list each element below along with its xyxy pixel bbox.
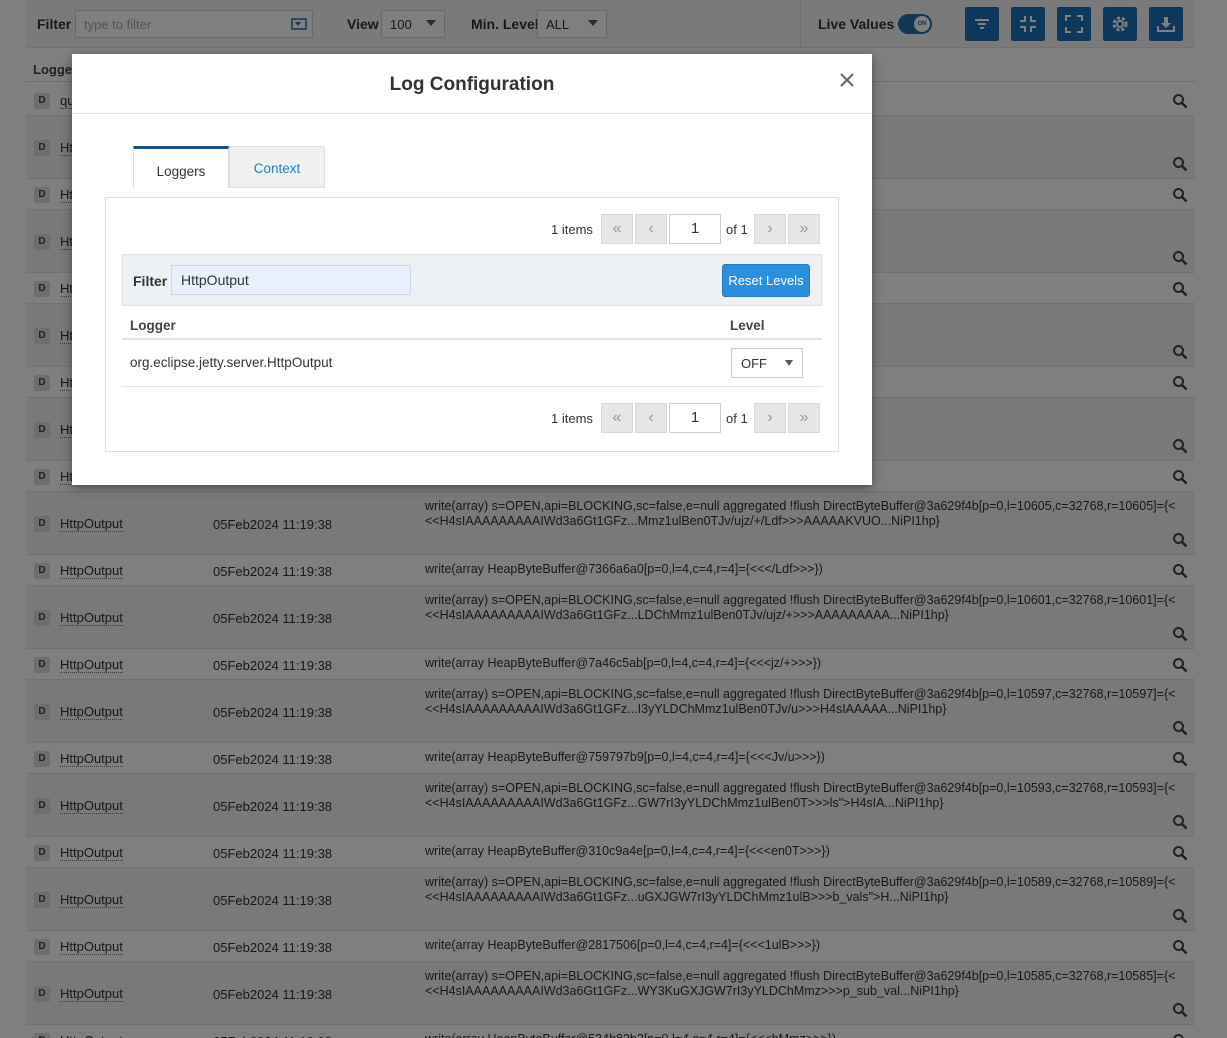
last-page-button[interactable]: » <box>788 214 820 244</box>
row-divider <box>122 386 822 387</box>
logger-filter-bar: Filter HttpOutput Reset Levels <box>122 254 822 306</box>
tab-context[interactable]: Context <box>229 146 325 188</box>
page-input[interactable]: 1 <box>669 214 721 244</box>
next-page-button[interactable]: › <box>754 403 786 433</box>
logger-level-select[interactable]: OFF <box>731 348 803 378</box>
pager-top: 1 items « ‹ 1 of 1 › » <box>551 214 821 244</box>
item-count: 1 items <box>551 222 593 237</box>
last-page-button[interactable]: » <box>788 403 820 433</box>
reset-levels-button[interactable]: Reset Levels <box>722 264 810 297</box>
page-total: of 1 <box>726 222 748 237</box>
first-page-button[interactable]: « <box>601 214 633 244</box>
log-configuration-dialog: Log Configuration Loggers Context 1 item… <box>72 54 872 485</box>
close-icon <box>840 73 854 87</box>
first-page-button[interactable]: « <box>601 403 633 433</box>
dialog-divider <box>72 113 872 114</box>
loggers-panel: 1 items « ‹ 1 of 1 › » Filter HttpOutput… <box>105 197 839 452</box>
column-header-level[interactable]: Level <box>730 318 765 333</box>
item-count: 1 items <box>551 411 593 426</box>
logger-level-value: OFF <box>741 356 767 371</box>
tab-loggers[interactable]: Loggers <box>133 146 229 188</box>
logger-filter-input[interactable]: HttpOutput <box>171 265 411 295</box>
page-total: of 1 <box>726 411 748 426</box>
header-divider <box>122 338 822 340</box>
chevron-down-icon <box>785 360 793 366</box>
logger-filter-label: Filter <box>133 273 168 289</box>
next-page-button[interactable]: › <box>754 214 786 244</box>
prev-page-button[interactable]: ‹ <box>635 214 667 244</box>
close-button[interactable] <box>836 69 858 91</box>
column-header-logger[interactable]: Logger <box>130 318 176 333</box>
prev-page-button[interactable]: ‹ <box>635 403 667 433</box>
logger-name: org.eclipse.jetty.server.HttpOutput <box>130 355 333 370</box>
dialog-title: Log Configuration <box>389 74 555 95</box>
pager-bottom: 1 items « ‹ 1 of 1 › » <box>551 403 821 433</box>
page-input[interactable]: 1 <box>669 403 721 433</box>
